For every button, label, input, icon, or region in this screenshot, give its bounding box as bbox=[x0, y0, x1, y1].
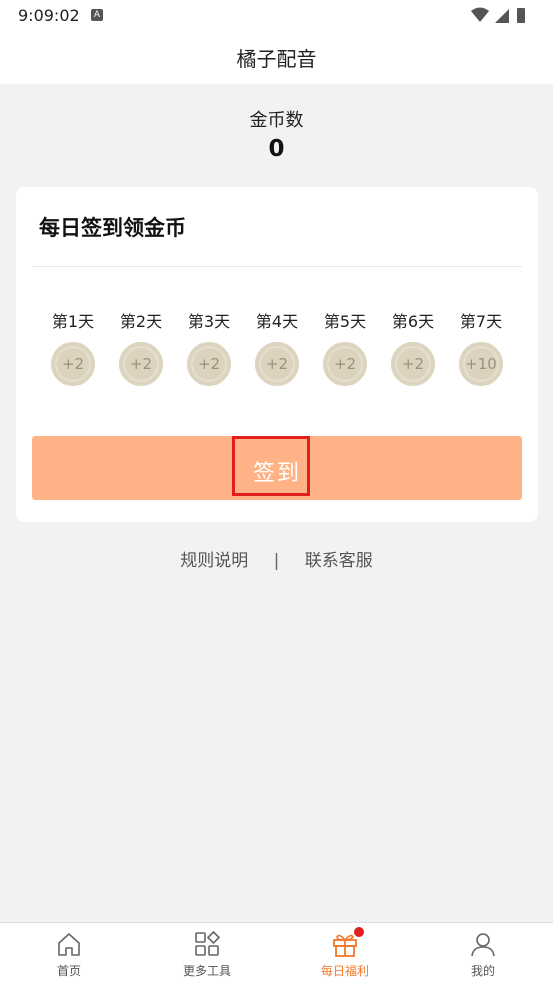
coin-icon: +2 bbox=[255, 342, 299, 386]
status-icons bbox=[471, 7, 525, 23]
day-reward: +2 bbox=[397, 348, 429, 380]
tab-label: 首页 bbox=[56, 964, 81, 978]
tab-label: 更多工具 bbox=[182, 964, 231, 978]
day-reward: +2 bbox=[193, 348, 225, 380]
day-reward: +2 bbox=[329, 348, 361, 380]
day-label: 第1天 bbox=[51, 312, 95, 331]
day-label: 第4天 bbox=[255, 312, 299, 331]
signin-day-5: 第5天 +2 bbox=[311, 305, 379, 386]
coin-icon: +2 bbox=[119, 342, 163, 386]
notification-icon: A bbox=[91, 9, 103, 21]
coin-count-value: 0 bbox=[268, 136, 285, 162]
tab-mine[interactable]: 我的 bbox=[414, 923, 552, 985]
day-reward: +2 bbox=[261, 348, 293, 380]
signin-days: 第1天 +2 第2天 +2 第3天 +2 第4天 +2 第5天 +2 第6天 +… bbox=[39, 305, 523, 386]
status-bar: 9:09:02 A bbox=[0, 0, 553, 32]
coin-icon: +2 bbox=[323, 342, 367, 386]
signin-day-7: 第7天 +10 bbox=[447, 305, 515, 386]
signin-day-1: 第1天 +2 bbox=[39, 305, 107, 386]
tab-more-tools[interactable]: 更多工具 bbox=[138, 923, 276, 985]
tab-label: 我的 bbox=[470, 964, 495, 978]
card-divider bbox=[32, 266, 522, 267]
day-label: 第7天 bbox=[459, 312, 503, 331]
card-title: 每日签到领金币 bbox=[39, 216, 186, 240]
coin-count-label: 金币数 bbox=[249, 110, 304, 131]
day-reward: +2 bbox=[57, 348, 89, 380]
page-title: 橘子配音 bbox=[236, 47, 317, 71]
user-icon bbox=[471, 933, 495, 957]
app-bar: 橘子配音 bbox=[0, 32, 553, 84]
tab-label: 每日福利 bbox=[320, 964, 369, 978]
signin-day-3: 第3天 +2 bbox=[175, 305, 243, 386]
signal-icon bbox=[495, 9, 509, 23]
battery-icon bbox=[517, 8, 525, 23]
coin-icon: +10 bbox=[459, 342, 503, 386]
day-label: 第6天 bbox=[391, 312, 435, 331]
coin-icon: +2 bbox=[187, 342, 231, 386]
wifi-icon bbox=[471, 7, 489, 22]
tab-daily-welfare[interactable]: 每日福利 bbox=[276, 923, 414, 985]
bottom-tab-bar: 首页 更多工具 每日福利 我的 bbox=[0, 922, 553, 985]
highlight-box bbox=[232, 436, 310, 496]
day-label: 第2天 bbox=[119, 312, 163, 331]
day-label: 第3天 bbox=[187, 312, 231, 331]
rules-link[interactable]: 规则说明 bbox=[180, 546, 248, 571]
home-icon bbox=[58, 933, 80, 956]
notification-dot bbox=[354, 927, 364, 937]
footer-links: 规则说明 | 联系客服 bbox=[0, 546, 553, 571]
grid-icon bbox=[195, 930, 221, 956]
tab-home[interactable]: 首页 bbox=[0, 923, 138, 985]
status-time: 9:09:02 bbox=[18, 6, 80, 25]
support-link[interactable]: 联系客服 bbox=[305, 546, 373, 571]
links-separator: | bbox=[273, 551, 280, 571]
coin-icon: +2 bbox=[391, 342, 435, 386]
day-label: 第5天 bbox=[323, 312, 367, 331]
day-reward: +10 bbox=[465, 348, 497, 380]
signin-day-4: 第4天 +2 bbox=[243, 305, 311, 386]
coin-icon: +2 bbox=[51, 342, 95, 386]
signin-day-6: 第6天 +2 bbox=[379, 305, 447, 386]
signin-day-2: 第2天 +2 bbox=[107, 305, 175, 386]
day-reward: +2 bbox=[125, 348, 157, 380]
